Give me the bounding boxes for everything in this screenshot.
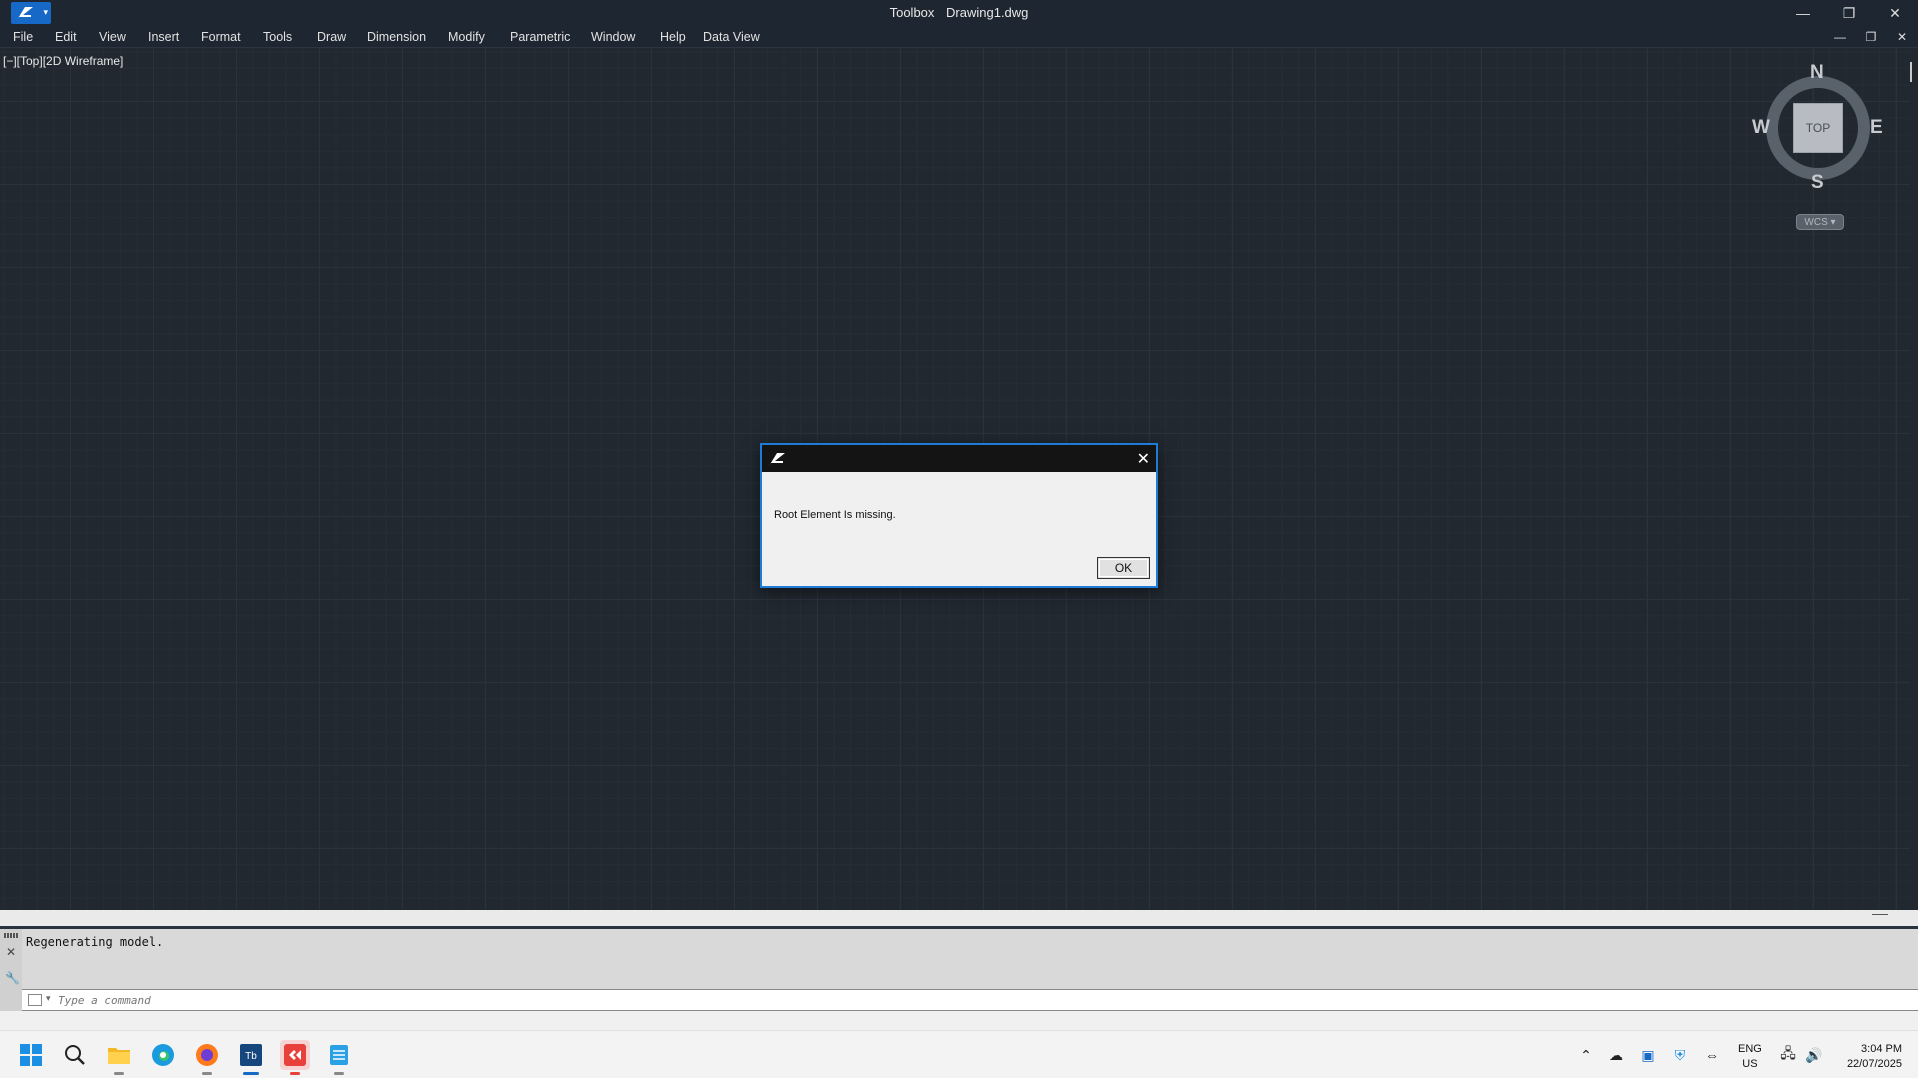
menu-draw[interactable]: Draw [317,30,346,44]
dialog-message: Root Element Is missing. [774,509,896,521]
menu-view[interactable]: View [99,30,126,44]
doc-close-button[interactable]: ✕ [1888,26,1916,48]
restore-button[interactable]: ❐ [1826,0,1872,26]
viewport-controls-label[interactable]: [−][Top][2D Wireframe] [3,54,123,68]
wrench-icon[interactable]: 🔧 [5,971,20,985]
minimize-button[interactable]: — [1780,0,1826,26]
windows-icon [20,1044,42,1066]
command-panel-header [0,910,1918,926]
dialog-title-bar: ✕ [762,445,1156,472]
command-grip[interactable]: ✕ 🔧 [0,929,22,1011]
edge-button[interactable] [148,1040,178,1070]
doc-restore-button[interactable]: ❐ [1857,26,1885,48]
file-explorer-button[interactable] [104,1040,134,1075]
security-icon[interactable]: ⛨ [1670,1045,1690,1065]
firefox-icon [196,1044,218,1066]
app-tray-icon[interactable]: ▣ [1638,1045,1658,1065]
menu-file[interactable]: File [13,30,33,44]
language-indicator[interactable]: ENG US [1738,1042,1762,1072]
svg-text:Tb: Tb [245,1051,257,1062]
menu-insert[interactable]: Insert [148,30,179,44]
notepad-button[interactable] [324,1040,354,1075]
close-icon[interactable]: ✕ [6,945,16,959]
running-indicator [243,1072,259,1075]
search-button[interactable] [60,1040,90,1070]
compass-west[interactable]: W [1752,117,1770,139]
clock-date: 22/07/2025 [1846,1058,1902,1070]
firefox-button[interactable] [192,1040,222,1075]
menu-edit[interactable]: Edit [55,30,77,44]
viewcube[interactable]: TOP N S E W [1752,62,1883,193]
grip-icon[interactable] [4,933,18,938]
menu-data-view[interactable]: Data View [703,30,760,44]
network-icon[interactable]: 🖧 [1778,1045,1798,1065]
doc-minimize-button[interactable]: — [1826,26,1854,48]
taskbar: Tb ⌃ ☁ ▣ ⛨ ⇔ ENG US 🖧 🔊 3:04 PM 22/07/20… [0,1030,1918,1078]
clock-time: 3:04 PM [1861,1043,1902,1055]
cloud-offline-icon[interactable]: ☁ [1606,1045,1626,1065]
title-bar: ▾ Toolbox Drawing1.dwg — ❐ ✕ [0,0,1918,26]
canvas-scrollbar[interactable] [1910,62,1912,82]
menu-tools[interactable]: Tools [263,30,292,44]
menu-window[interactable]: Window [591,30,635,44]
toolbox-app-button[interactable]: Tb [236,1040,266,1075]
language-code: ENG [1738,1043,1762,1055]
running-indicator [290,1072,300,1075]
running-indicator [114,1072,124,1075]
close-button[interactable]: ✕ [1872,0,1918,26]
dialog-close-button[interactable]: ✕ [1137,449,1150,469]
command-history: Regenerating model. [22,929,1918,989]
menu-format[interactable]: Format [201,30,241,44]
wcs-menu-button[interactable]: WCS ▾ [1796,214,1844,230]
compass-north[interactable]: N [1810,62,1824,84]
remote-tray-icon[interactable]: ⇔ [1702,1045,1722,1065]
remote-app-icon [284,1044,306,1066]
volume-icon[interactable]: 🔊 [1804,1045,1824,1065]
chevron-up-icon[interactable]: ⌃ [1576,1045,1596,1065]
running-indicator [202,1072,212,1075]
menu-modify[interactable]: Modify [448,30,485,44]
command-line: ▾ [22,989,1918,1011]
ok-button[interactable]: OK [1097,557,1150,579]
document-name: Drawing1.dwg [946,5,1029,20]
region-code: US [1742,1058,1758,1070]
command-icon[interactable] [28,994,42,1006]
command-input[interactable] [58,992,1858,1008]
compass-east[interactable]: E [1870,117,1883,139]
menu-bar: File Edit View Insert Format Tools Draw … [0,26,1918,48]
clock[interactable]: 3:04 PM 22/07/2025 [1832,1042,1902,1072]
viewcube-top-face[interactable]: TOP [1793,103,1843,153]
menu-parametric[interactable]: Parametric [510,30,570,44]
window-title: Toolbox Drawing1.dwg [0,5,1918,20]
app-name: Toolbox [889,5,935,20]
search-icon [65,1045,85,1065]
notepad-icon [330,1045,348,1065]
app-logo-icon [769,453,785,466]
remote-app-button[interactable] [280,1040,310,1075]
edge-icon [152,1044,174,1066]
chevron-down-icon[interactable]: ▾ [46,993,51,1004]
minimize-panel-icon[interactable] [1872,914,1888,915]
error-dialog: ✕ Root Element Is missing. OK [760,443,1158,588]
menu-dimension[interactable]: Dimension [367,30,426,44]
compass-south[interactable]: S [1811,172,1824,194]
menu-help[interactable]: Help [660,30,686,44]
start-button[interactable] [16,1040,46,1070]
status-area [0,1011,1918,1030]
running-indicator [334,1072,344,1075]
toolbox-app-icon: Tb [240,1044,262,1066]
folder-icon [108,1048,130,1064]
